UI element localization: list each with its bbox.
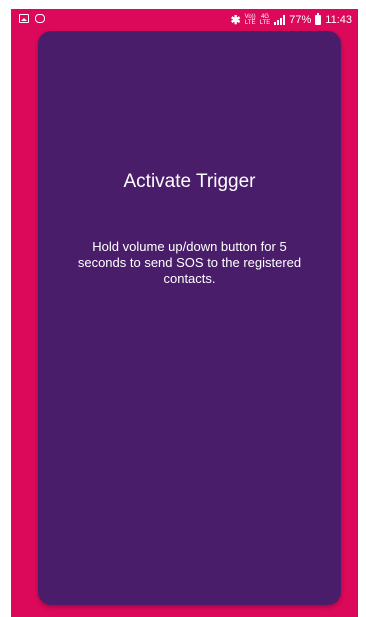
- status-bar: ✱ Vo)) LTE 4G LTE 77% 11:43: [11, 9, 358, 31]
- bluetooth-icon: ✱: [230, 13, 241, 27]
- clock: 11:43: [325, 14, 352, 26]
- battery-icon: [315, 13, 322, 25]
- card-title: Activate Trigger: [123, 171, 256, 192]
- network-type-icon: 4G LTE: [260, 14, 271, 26]
- status-left-icons: [19, 14, 45, 23]
- app-screen: ✱ Vo)) LTE 4G LTE 77% 11:43 Activate Tri…: [11, 9, 358, 617]
- signal-icon: [274, 15, 286, 25]
- battery-percent: 77%: [289, 14, 312, 26]
- network-bottom-label: LTE: [259, 20, 271, 26]
- chat-icon: [35, 14, 45, 23]
- card-description: Hold volume up/down button for 5 seconds…: [77, 239, 302, 286]
- trigger-card[interactable]: Activate Trigger Hold volume up/down but…: [38, 31, 341, 605]
- volte-icon: Vo)) LTE: [245, 14, 256, 26]
- gallery-icon: [19, 14, 29, 23]
- volte-bottom-label: LTE: [244, 20, 256, 26]
- status-right-icons: ✱ Vo)) LTE 4G LTE 77% 11:43: [231, 13, 352, 27]
